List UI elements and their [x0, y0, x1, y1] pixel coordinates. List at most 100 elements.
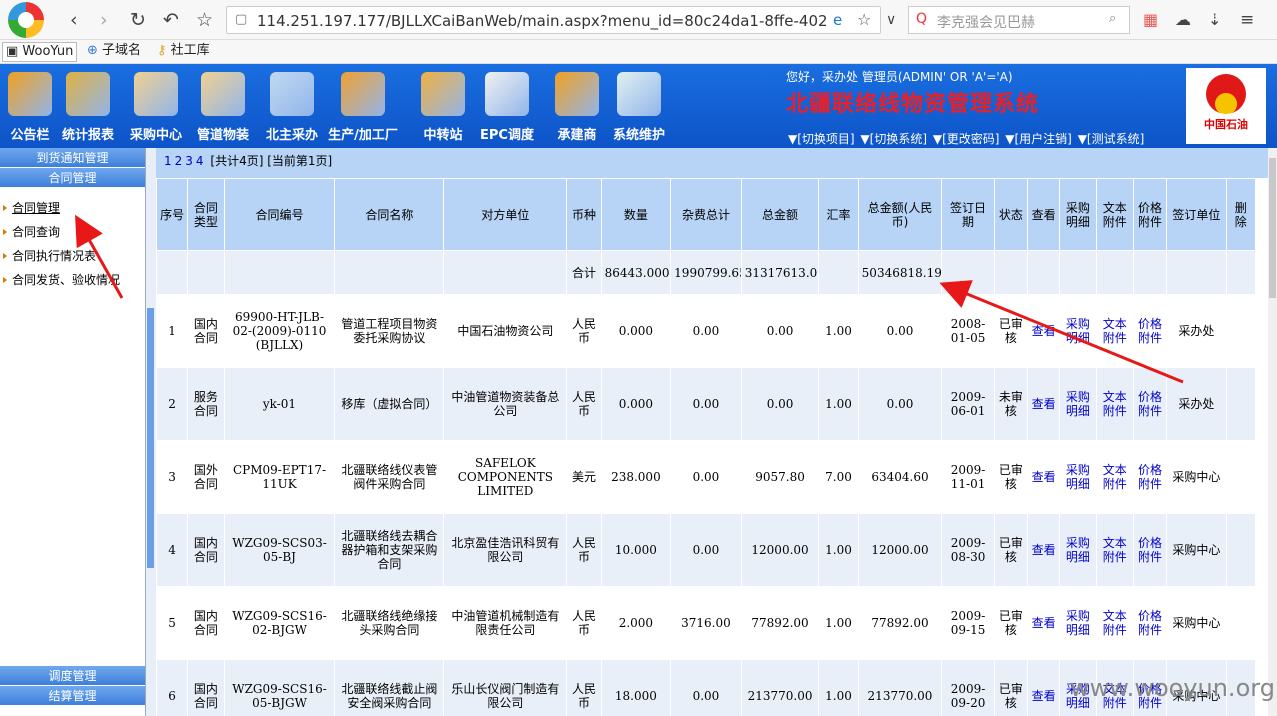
price-link[interactable]: 价格附件: [1132, 513, 1168, 587]
sidebar-head-contract[interactable]: 合同管理: [0, 168, 145, 188]
undo-icon[interactable]: ↶: [163, 9, 179, 31]
purchase-icon: [134, 72, 178, 116]
switch-system-link[interactable]: ▼[切换系统]: [860, 132, 927, 146]
search-icon[interactable]: ⌕: [1109, 11, 1116, 26]
page-link-1[interactable]: 1: [164, 154, 172, 168]
column-header: 采购明细: [1059, 178, 1097, 251]
sidebar-item-contract-delivery[interactable]: 合同发货、验收情况: [0, 268, 145, 292]
sidebar-head-arrival[interactable]: 到货通知管理: [0, 148, 145, 168]
nav-item-7[interactable]: EPC调度: [475, 72, 539, 143]
bookmark-star-icon[interactable]: ☆: [857, 10, 871, 29]
switch-project-link[interactable]: ▼[切换项目]: [788, 132, 855, 146]
nav-item-9[interactable]: 系统维护: [607, 72, 671, 143]
cell-party: 中油管道物资装备总公司: [443, 367, 568, 441]
table-cell: [1166, 250, 1227, 295]
nav-item-6[interactable]: 中转站: [411, 72, 475, 143]
bookmark-subdomain[interactable]: ⊕ 子域名: [84, 42, 144, 62]
view-link[interactable]: 查看: [1027, 513, 1061, 587]
ie-icon[interactable]: e: [833, 11, 842, 29]
search-box[interactable]: Q 李克强会见巴赫 ⌕: [908, 6, 1130, 34]
cell-status: 已审核: [993, 440, 1029, 514]
summary-total: 31317613.05: [740, 250, 820, 295]
column-header: 总金额(人民币): [857, 178, 943, 251]
view-link[interactable]: 查看: [1027, 440, 1061, 514]
forward-icon[interactable]: ›: [100, 9, 108, 31]
delete-cell[interactable]: [1225, 586, 1257, 660]
view-link[interactable]: 查看: [1027, 367, 1061, 441]
nav-item-5[interactable]: 生产/加工厂: [325, 72, 401, 143]
bookmark-wooyun[interactable]: ▣ WooYun: [2, 42, 78, 62]
delete-cell[interactable]: [1225, 294, 1257, 368]
cell-rmb: 213770.00: [857, 659, 943, 716]
cell-unit: 采办处: [1166, 367, 1227, 441]
column-header: 总金额: [740, 178, 820, 251]
text-link[interactable]: 文本附件: [1095, 294, 1134, 368]
price-link[interactable]: 价格附件: [1132, 294, 1168, 368]
text-link[interactable]: 文本附件: [1095, 586, 1134, 660]
nav-item-1[interactable]: 统计报表: [56, 72, 120, 143]
text-link[interactable]: 文本附件: [1095, 367, 1134, 441]
price-link[interactable]: 价格附件: [1132, 440, 1168, 514]
nav-item-3[interactable]: 管道物装: [191, 72, 255, 143]
sidebar-item-contract-execution[interactable]: 合同执行情况表: [0, 244, 145, 268]
reload-icon[interactable]: ↻: [130, 9, 146, 31]
sidebar-item-contract-manage[interactable]: 合同管理: [0, 196, 145, 220]
sidebar-head-dispatch[interactable]: 调度管理: [0, 666, 145, 686]
page-link-3[interactable]: 3: [185, 154, 193, 168]
download-icon[interactable]: ⇣: [1208, 9, 1221, 31]
change-password-link[interactable]: ▼[更改密码]: [933, 132, 1000, 146]
cloud-icon[interactable]: ☁: [1175, 9, 1191, 31]
logout-link[interactable]: ▼[用户注销]: [1005, 132, 1072, 146]
detail-link[interactable]: 采购明细: [1059, 513, 1097, 587]
sidebar-item-contract-query[interactable]: 合同查询: [0, 220, 145, 244]
detail-link[interactable]: 采购明细: [1059, 294, 1097, 368]
column-header: 合同名称: [334, 178, 445, 251]
page-link-4[interactable]: 4: [196, 154, 204, 168]
back-icon[interactable]: ‹: [70, 9, 78, 31]
detail-link[interactable]: 采购明细: [1059, 367, 1097, 441]
cell-status: 已审核: [993, 513, 1029, 587]
browser-logo-icon[interactable]: [8, 2, 44, 38]
sidebar-splitter[interactable]: [146, 148, 156, 716]
nav-item-label: 采购中心: [129, 128, 182, 143]
pipe-icon: [201, 72, 245, 116]
splitter-handle[interactable]: [147, 308, 154, 568]
main-content: 1234 [共计4页] [当前第1页] 序号 合同类型 合同编号 合同名称 对方单位 币种…: [156, 148, 1268, 716]
nav-item-0[interactable]: 公告栏: [0, 72, 62, 143]
delete-cell[interactable]: [1225, 367, 1257, 441]
delete-cell[interactable]: [1225, 513, 1257, 587]
nav-item-2[interactable]: 采购中心: [124, 72, 188, 143]
address-bar[interactable]: ▢ 114.251.197.177/BJLLXCaiBanWeb/main.as…: [226, 6, 881, 34]
detail-link[interactable]: 采购明细: [1059, 586, 1097, 660]
cell-currency: 人民币: [566, 659, 602, 716]
menu-icon[interactable]: ≡: [1240, 9, 1254, 31]
view-link[interactable]: 查看: [1027, 586, 1061, 660]
price-link[interactable]: 价格附件: [1132, 586, 1168, 660]
nav-item-4[interactable]: 北主采办: [260, 72, 324, 143]
globe-icon: ⊕: [87, 43, 103, 58]
cell-type: 国内合同: [187, 294, 225, 368]
column-header: 状态: [993, 178, 1029, 251]
vertical-scrollbar[interactable]: [1268, 148, 1277, 716]
column-header: 杂费总计: [670, 178, 742, 251]
nav-item-8[interactable]: 承建商: [545, 72, 609, 143]
address-url[interactable]: 114.251.197.177/BJLLXCaiBanWeb/main.aspx…: [257, 12, 827, 30]
scrollbar-thumb[interactable]: [1269, 158, 1276, 298]
price-link[interactable]: 价格附件: [1132, 367, 1168, 441]
bookmark-social[interactable]: ⚷ 社工库: [154, 42, 213, 62]
page-link-2[interactable]: 2: [175, 154, 183, 168]
text-link[interactable]: 文本附件: [1095, 440, 1134, 514]
view-link[interactable]: 查看: [1027, 294, 1061, 368]
dropdown-icon[interactable]: ∨: [886, 9, 896, 31]
cell-no: 1: [156, 294, 189, 368]
apps-icon[interactable]: ▦: [1143, 9, 1158, 31]
text-link[interactable]: 文本附件: [1095, 513, 1134, 587]
view-link[interactable]: 查看: [1027, 659, 1061, 716]
sidebar-head-settlement[interactable]: 结算管理: [0, 686, 145, 706]
delete-cell[interactable]: [1225, 440, 1257, 514]
search-input[interactable]: 李克强会见巴赫: [937, 12, 1035, 32]
test-system-link[interactable]: ▼[测试系统]: [1078, 132, 1145, 146]
station-icon: [421, 72, 465, 116]
star-icon[interactable]: ☆: [196, 9, 213, 31]
detail-link[interactable]: 采购明细: [1059, 440, 1097, 514]
